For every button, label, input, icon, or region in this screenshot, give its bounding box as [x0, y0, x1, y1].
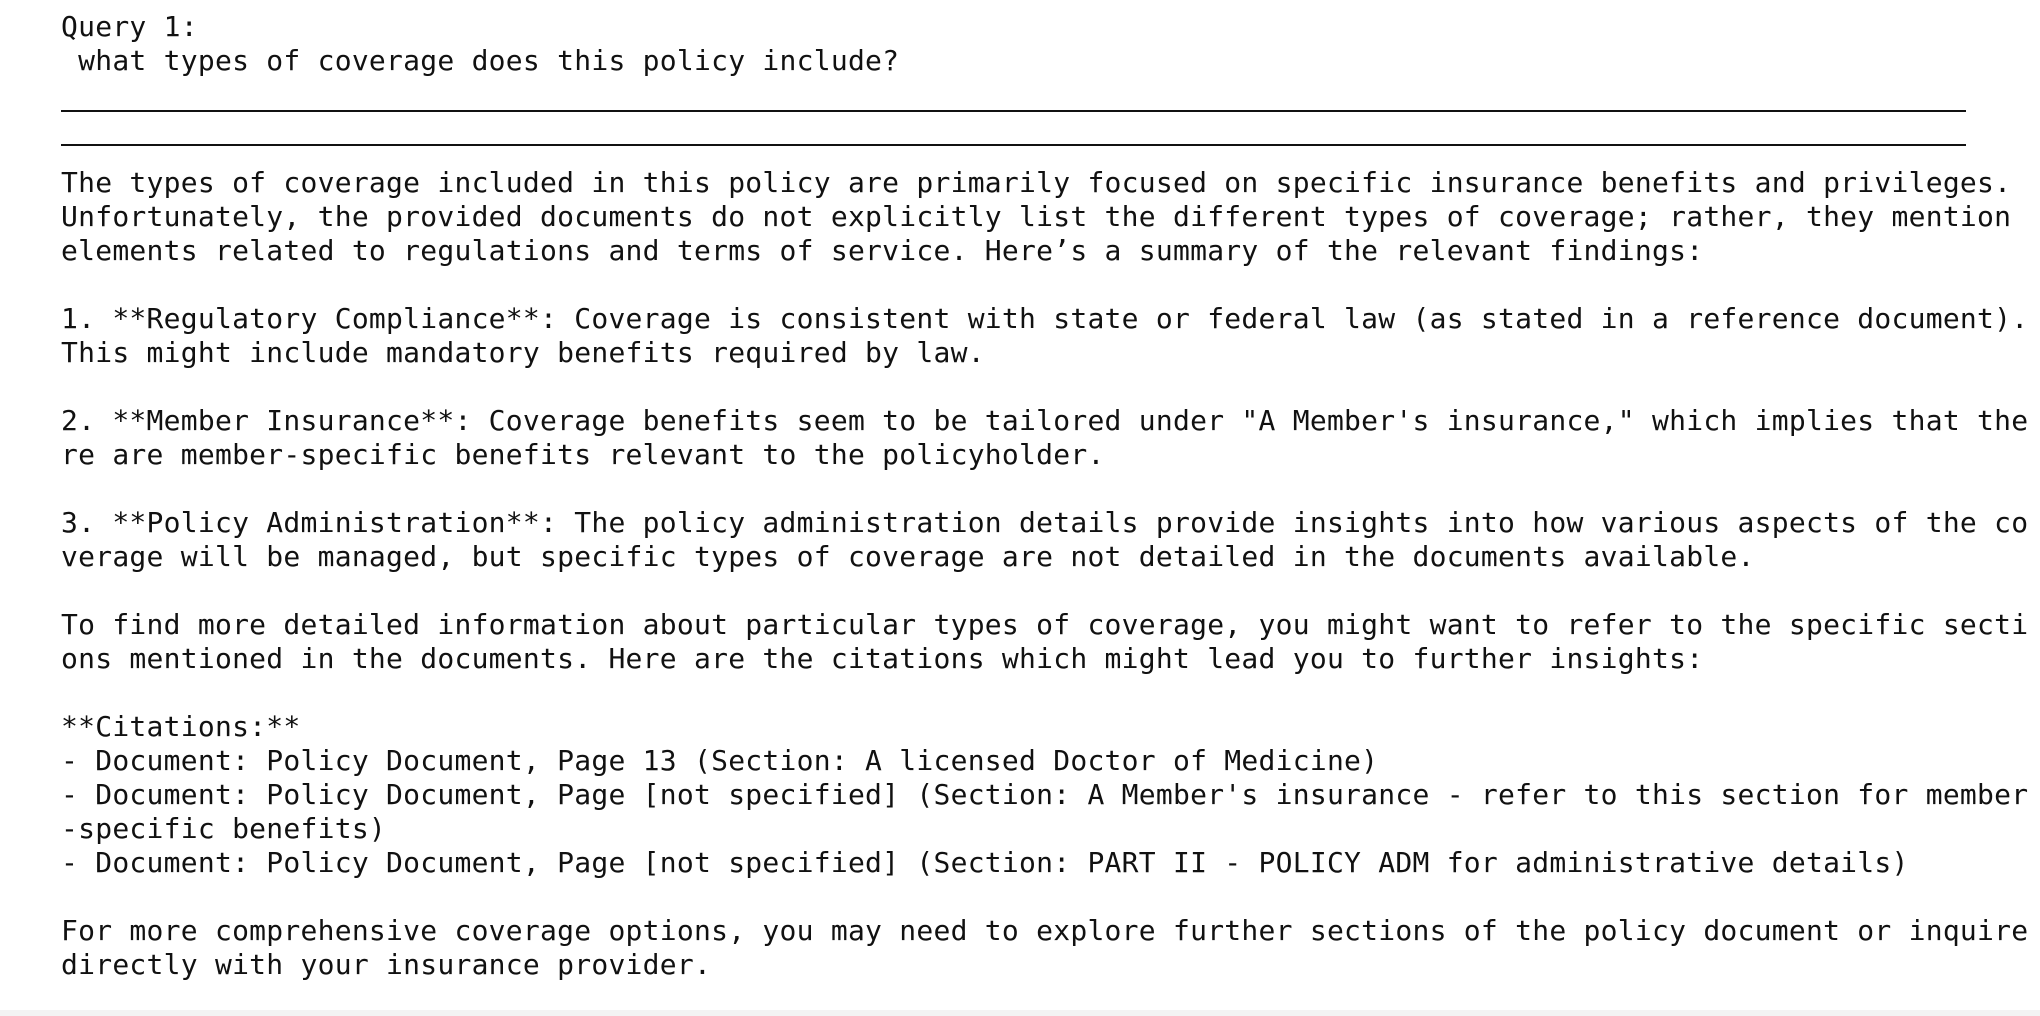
answer-line: The types of coverage included in this p… [61, 166, 2012, 199]
bottom-edge [0, 1010, 2040, 1016]
answer-line: To find more detailed information about … [61, 608, 2029, 641]
answer-line: -specific benefits) [61, 812, 387, 845]
answer-line: - Document: Policy Document, Page 13 (Se… [61, 744, 1379, 777]
query-text: what types of coverage does this policy … [61, 44, 900, 77]
notebook-output: Query 1: what types of coverage does thi… [61, 10, 2029, 982]
answer-line: - Document: Policy Document, Page [not s… [61, 778, 2029, 811]
answer-line: directly with your insurance provider. [61, 948, 712, 981]
answer-line: **Citations:** [61, 710, 301, 743]
answer-line: For more comprehensive coverage options,… [61, 914, 2029, 947]
answer-line: 1. **Regulatory Compliance**: Coverage i… [61, 302, 2029, 335]
separator-line [61, 144, 1966, 146]
answer-line: Unfortunately, the provided documents do… [61, 200, 2012, 233]
answer-line: 2. **Member Insurance**: Coverage benefi… [61, 404, 2029, 437]
query-label: Query 1: [61, 10, 198, 43]
answer-line: - Document: Policy Document, Page [not s… [61, 846, 1909, 879]
answer-line: re are member-specific benefits relevant… [61, 438, 1105, 471]
answer-line: This might include mandatory benefits re… [61, 336, 985, 369]
answer-line: elements related to regulations and term… [61, 234, 1704, 267]
answer-text: The types of coverage included in this p… [61, 166, 2029, 982]
answer-line: ons mentioned in the documents. Here are… [61, 642, 1704, 675]
answer-line: 3. **Policy Administration**: The policy… [61, 506, 2029, 539]
separator-line [61, 110, 1966, 112]
answer-line: verage will be managed, but specific typ… [61, 540, 1755, 573]
